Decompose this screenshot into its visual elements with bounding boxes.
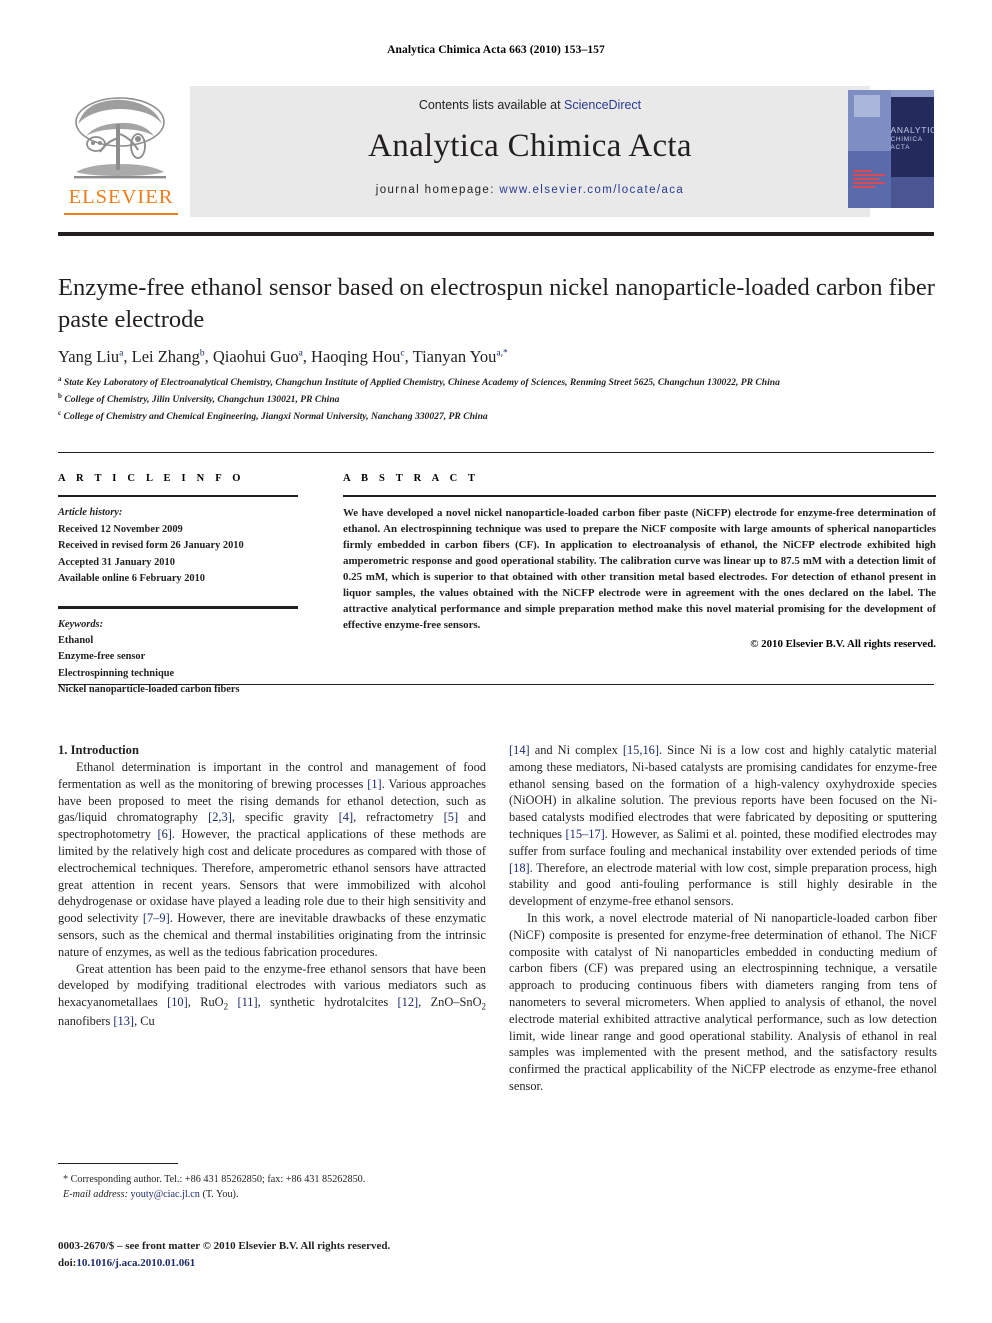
sciencedirect-link[interactable]: ScienceDirect xyxy=(564,98,641,112)
affiliation-mark: c xyxy=(58,408,62,417)
body-column-right: [14] and Ni complex [15,16]. Since Ni is… xyxy=(509,742,937,1095)
page-title: Enzyme-free ethanol sensor based on elec… xyxy=(58,274,935,333)
affiliation-text: College of Chemistry and Chemical Engine… xyxy=(63,410,488,422)
affiliation-mark: a xyxy=(58,375,62,383)
abstract-block: A B S T R A C T We have developed a nove… xyxy=(343,473,936,650)
author-name: Haoqing Hou xyxy=(311,347,401,366)
elsevier-logo: ELSEVIER xyxy=(58,92,184,217)
paper-page: Analytica Chimica Acta 663 (2010) 153–15… xyxy=(0,0,992,1323)
citation-reference[interactable]: [15,16] xyxy=(623,743,659,757)
keyword-item: Nickel nanoparticle-loaded carbon fibers xyxy=(58,684,240,696)
citation-reference[interactable]: [11] xyxy=(237,995,257,1009)
homepage-prefix: journal homepage: xyxy=(375,184,500,196)
history-item: Received in revised form 26 January 2010 xyxy=(58,540,244,552)
cover-top-bar xyxy=(891,90,934,97)
journal-homepage-link[interactable]: www.elsevier.com/locate/aca xyxy=(499,184,684,196)
citation-reference[interactable]: [14] xyxy=(509,743,530,757)
author-name: Qiaohui Guo xyxy=(212,347,299,366)
citation-reference[interactable]: [13] xyxy=(113,1014,134,1028)
citation-reference[interactable]: [5] xyxy=(444,810,458,824)
citation-reference[interactable]: [10] xyxy=(167,995,188,1009)
article-info-heading: A R T I C L E I N F O xyxy=(58,473,245,484)
abstract-box-top-rule xyxy=(58,452,934,453)
citation-reference[interactable]: [1] xyxy=(367,777,381,791)
issn-line: 0003-2670/$ – see front matter © 2010 El… xyxy=(58,1240,391,1252)
email-line: E-mail address: youty@ciac.jl.cn (T. You… xyxy=(58,1187,488,1202)
affiliation-item: a State Key Laboratory of Electroanalyti… xyxy=(58,374,938,391)
cover-title-sub: CHIMICA ACTA xyxy=(890,136,923,152)
journal-homepage-line: journal homepage: www.elsevier.com/locat… xyxy=(190,184,870,196)
history-item: Accepted 31 January 2010 xyxy=(58,556,175,568)
email-link[interactable]: youty@ciac.jl.cn xyxy=(131,1189,200,1200)
citation-reference[interactable]: [15–17] xyxy=(566,827,605,841)
abstract-copyright: © 2010 Elsevier B.V. All rights reserved… xyxy=(750,638,936,651)
abstract-rule xyxy=(343,495,936,498)
footnote-rule xyxy=(58,1163,178,1165)
affiliation-list: a State Key Laboratory of Electroanalyti… xyxy=(58,374,938,424)
history-item: Received 12 November 2009 xyxy=(58,523,183,535)
cover-title-text: ANALYTICA CHIMICA ACTA xyxy=(890,125,934,152)
keywords-label: Keywords: xyxy=(58,618,104,630)
keyword-item: Ethanol xyxy=(58,635,94,646)
contents-prefix: Contents lists available at xyxy=(418,98,565,112)
body-column-left: 1. Introduction Ethanol determination is… xyxy=(58,742,486,1030)
cover-title-main: ANALYTICA xyxy=(890,125,934,136)
affiliation-item: c College of Chemistry and Chemical Engi… xyxy=(58,408,938,425)
email-owner: (T. You). xyxy=(202,1189,239,1201)
author-affil-mark: a,* xyxy=(496,348,508,359)
keywords-rule xyxy=(58,606,298,609)
abstract-heading: A B S T R A C T xyxy=(343,473,480,484)
corresponding-author-footnote: * Corresponding author. Tel.: +86 431 85… xyxy=(58,1172,488,1203)
affiliation-text: College of Chemistry, Jilin University, … xyxy=(64,393,340,405)
imprint-block: 0003-2670/$ – see front matter © 2010 El… xyxy=(58,1238,518,1271)
paragraph: In this work, a novel electrode material… xyxy=(509,910,937,1093)
citation-reference[interactable]: [12] xyxy=(398,995,419,1009)
masthead-divider xyxy=(58,232,934,236)
citation-reference[interactable]: [6] xyxy=(157,827,171,841)
section-heading-introduction: 1. Introduction xyxy=(58,743,139,757)
doi-label: doi: xyxy=(58,1256,77,1269)
affiliation-item: b College of Chemistry, Jilin University… xyxy=(58,391,938,408)
citation-reference[interactable]: [18] xyxy=(509,861,530,875)
paragraph: Great attention has been paid to the enz… xyxy=(58,961,486,1028)
article-info-block: A R T I C L E I N F O Article history: R… xyxy=(58,473,308,699)
author-name: Lei Zhang xyxy=(131,347,200,366)
author-list: Yang Liua, Lei Zhangb, Qiaohui Guoa, Hao… xyxy=(58,347,508,366)
citation-reference[interactable]: [2,3] xyxy=(208,810,232,824)
journal-title: Analytica Chimica Acta xyxy=(368,128,692,164)
citation-reference[interactable]: [7–9] xyxy=(143,911,170,925)
corresponding-author-line: * Corresponding author. Tel.: +86 431 85… xyxy=(63,1174,366,1185)
article-history-block: Article history: Received 12 November 20… xyxy=(58,505,308,587)
article-info-rule xyxy=(58,495,298,498)
doi-link[interactable]: 10.1016/j.aca.2010.01.061 xyxy=(76,1257,195,1269)
article-history-label: Article history: xyxy=(58,507,123,519)
cover-logo-square xyxy=(854,95,880,117)
keyword-item: Electrospinning technique xyxy=(58,667,175,679)
elsevier-wordmark: ELSEVIER xyxy=(68,186,174,208)
elsevier-tree-icon xyxy=(74,97,166,179)
keywords-block: Keywords: Ethanol Enzyme-free sensor Ele… xyxy=(58,617,308,699)
running-head: Analytica Chimica Acta 663 (2010) 153–15… xyxy=(387,44,605,56)
email-label: E-mail address: xyxy=(63,1189,128,1201)
keyword-item: Enzyme-free sensor xyxy=(58,651,146,663)
elsevier-underline xyxy=(64,212,178,215)
abstract-text: We have developed a novel nickel nanopar… xyxy=(343,507,936,632)
history-item: Available online 6 February 2010 xyxy=(58,572,206,584)
journal-cover-thumbnail: ANALYTICA CHIMICA ACTA xyxy=(848,90,934,208)
citation-reference[interactable]: [4] xyxy=(339,810,353,824)
author-name: Tianyan You xyxy=(412,347,497,366)
journal-masthead: ELSEVIER Contents lists available at Sci… xyxy=(58,86,934,227)
contents-available-line: Contents lists available at ScienceDirec… xyxy=(190,98,870,112)
cover-red-lines xyxy=(853,170,885,200)
paragraph: Ethanol determination is important in th… xyxy=(58,760,486,959)
cover-bottom-panel xyxy=(891,177,934,208)
affiliation-text: State Key Laboratory of Electroanalytica… xyxy=(63,377,780,389)
author-name: Yang Liu xyxy=(58,347,120,366)
paragraph: [14] and Ni complex [15,16]. Since Ni is… xyxy=(509,743,937,909)
affiliation-mark: b xyxy=(58,391,62,400)
doi-line: doi:10.1016/j.aca.2010.01.061 xyxy=(58,1255,518,1272)
